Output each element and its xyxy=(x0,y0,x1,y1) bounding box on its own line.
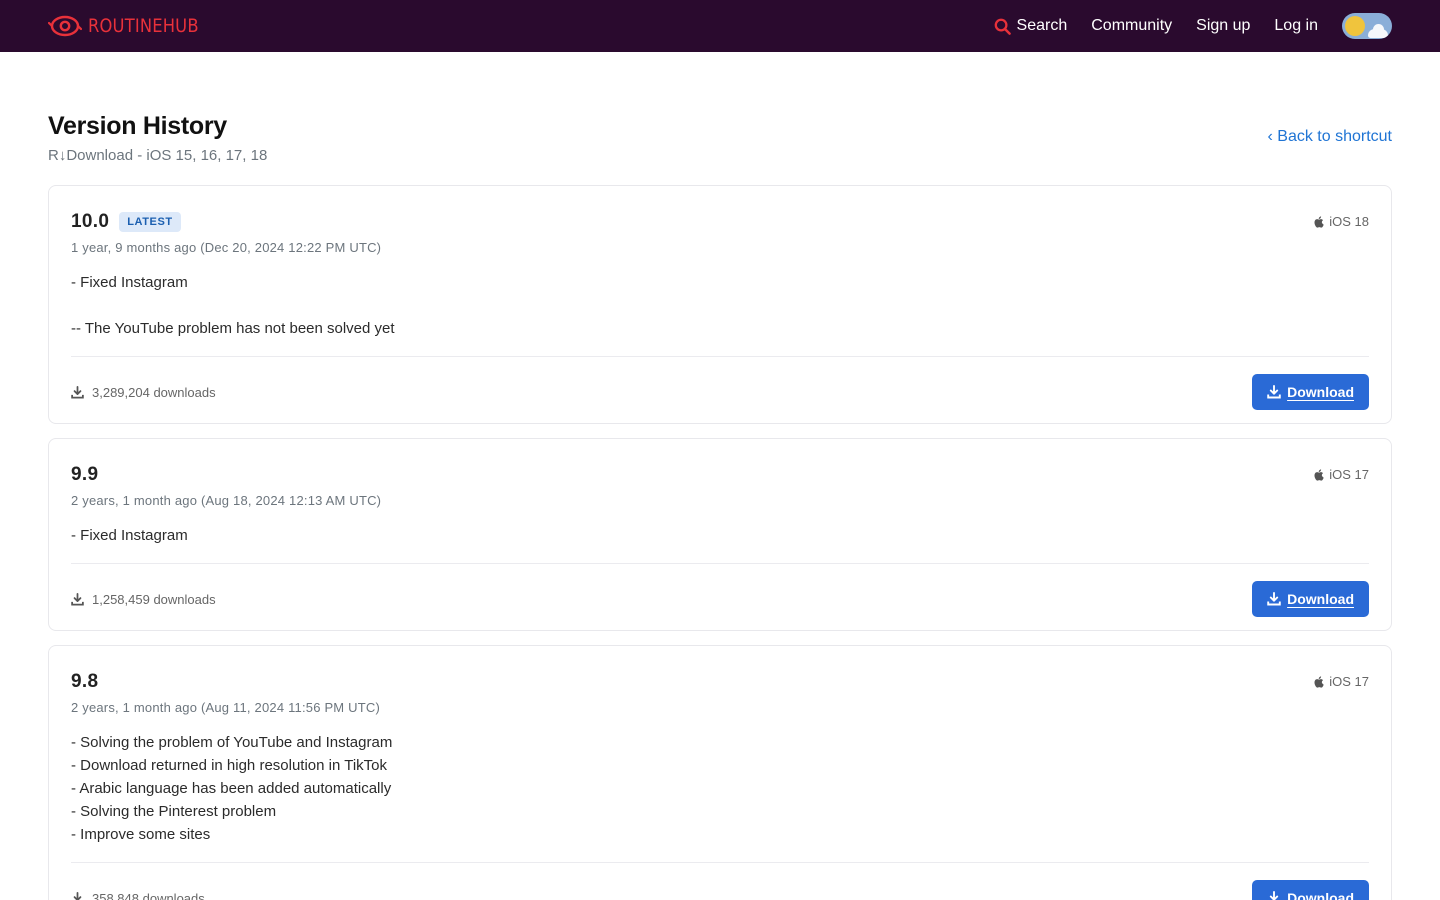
download-button-label: Download xyxy=(1287,384,1354,400)
download-button[interactable]: Download xyxy=(1252,581,1369,617)
version-header: 9.8 iOS 17 xyxy=(71,668,1369,696)
release-note-line: - Solving the problem of YouTube and Ins… xyxy=(71,734,393,751)
version-header: 10.0 LATEST iOS 18 xyxy=(71,208,1369,236)
routinehub-logo-icon xyxy=(48,15,82,37)
search-icon xyxy=(994,18,1011,35)
download-icon xyxy=(1267,385,1281,399)
version-number: 9.9 xyxy=(71,464,99,485)
card-footer: 358,848 downloads Download xyxy=(71,863,1369,900)
download-count-label: 1,258,459 downloads xyxy=(92,591,216,607)
download-icon xyxy=(1267,592,1281,606)
nav-community-link[interactable]: Community xyxy=(1091,17,1172,35)
nav-links: Search Community Sign up Log in xyxy=(994,13,1392,39)
brand-name: ROUTINEHUB xyxy=(88,15,199,37)
latest-badge: LATEST xyxy=(119,212,181,232)
download-count-label: 3,289,204 downloads xyxy=(92,384,216,400)
theme-toggle[interactable] xyxy=(1342,13,1392,39)
release-note-line: -- The YouTube problem has not been solv… xyxy=(71,320,395,337)
release-note-line: - Arabic language has been added automat… xyxy=(71,780,392,797)
back-to-shortcut-link[interactable]: ‹ Back to shortcut xyxy=(1268,128,1393,146)
page-header: Version History R↓Download - iOS 15, 16,… xyxy=(48,112,1392,172)
download-count-icon xyxy=(71,592,84,605)
brand-logo-link[interactable]: ROUTINEHUB xyxy=(48,12,217,40)
version-card: 9.9 iOS 17 2 years, 1 month ago (Aug 18,… xyxy=(48,438,1392,631)
nav-login-link[interactable]: Log in xyxy=(1274,17,1318,35)
page-title: Version History xyxy=(48,112,227,140)
download-count: 3,289,204 downloads xyxy=(71,385,216,400)
top-navbar: ROUTINEHUB Search Community Sign up Log … xyxy=(0,0,1440,52)
download-button[interactable]: Download xyxy=(1252,880,1369,900)
nav-search-link[interactable]: Search xyxy=(994,17,1068,35)
sun-icon xyxy=(1345,16,1365,36)
apple-icon xyxy=(1314,675,1324,688)
release-note-line: - Fixed Instagram xyxy=(71,274,188,291)
apple-icon xyxy=(1314,215,1324,228)
ios-version-tag: iOS 18 xyxy=(1313,214,1369,229)
release-note-line: - Download returned in high resolution i… xyxy=(71,757,388,774)
card-footer: 3,289,204 downloads Download xyxy=(71,357,1369,427)
ios-version-label: iOS 17 xyxy=(1329,674,1369,689)
release-note-line: - Fixed Instagram xyxy=(71,527,188,544)
version-number: 9.8 xyxy=(71,671,99,692)
nav-search-label: Search xyxy=(1016,17,1068,34)
download-button[interactable]: Download xyxy=(1252,374,1369,410)
cloud-icon xyxy=(1368,24,1388,38)
release-timestamp: 2 years, 1 month ago (Aug 11, 2024 11:56… xyxy=(71,700,380,715)
nav-signup-link[interactable]: Sign up xyxy=(1196,17,1250,35)
download-button-label: Download xyxy=(1287,890,1354,900)
ios-version-label: iOS 17 xyxy=(1329,467,1369,482)
download-count: 358,848 downloads xyxy=(71,891,205,900)
card-footer: 1,258,459 downloads Download xyxy=(71,564,1369,634)
version-header: 9.9 iOS 17 xyxy=(71,461,1369,489)
download-icon xyxy=(1269,891,1279,900)
ios-version-label: iOS 18 xyxy=(1329,214,1369,229)
release-notes: - Solving the problem of YouTube and Ins… xyxy=(71,731,1369,846)
apple-icon xyxy=(1314,468,1324,481)
release-notes: - Fixed Instagram xyxy=(71,524,1369,547)
release-note-line: - Improve some sites xyxy=(71,826,211,843)
version-number: 10.0 xyxy=(71,211,110,232)
download-count: 1,258,459 downloads xyxy=(71,592,216,607)
version-card: 9.8 iOS 17 2 years, 1 month ago (Aug 11,… xyxy=(48,645,1392,900)
download-count-label: 358,848 downloads xyxy=(92,890,205,900)
release-note-line: - Solving the Pinterest problem xyxy=(71,803,277,820)
download-count-icon xyxy=(71,385,84,398)
release-timestamp: 1 year, 9 months ago (Dec 20, 2024 12:22… xyxy=(71,240,382,255)
download-count-icon xyxy=(73,891,82,900)
ios-version-tag: iOS 17 xyxy=(1313,467,1369,482)
download-button-label: Download xyxy=(1287,591,1354,607)
release-note-line xyxy=(71,294,1369,317)
release-notes: - Fixed Instagram -- The YouTube problem… xyxy=(71,271,1369,340)
version-card: 10.0 LATEST iOS 18 1 year, 9 months ago … xyxy=(48,185,1392,424)
release-timestamp: 2 years, 1 month ago (Aug 18, 2024 12:13… xyxy=(71,493,382,508)
ios-version-tag: iOS 17 xyxy=(1313,674,1369,689)
page-subtitle: R↓Download - iOS 15, 16, 17, 18 xyxy=(48,147,268,164)
